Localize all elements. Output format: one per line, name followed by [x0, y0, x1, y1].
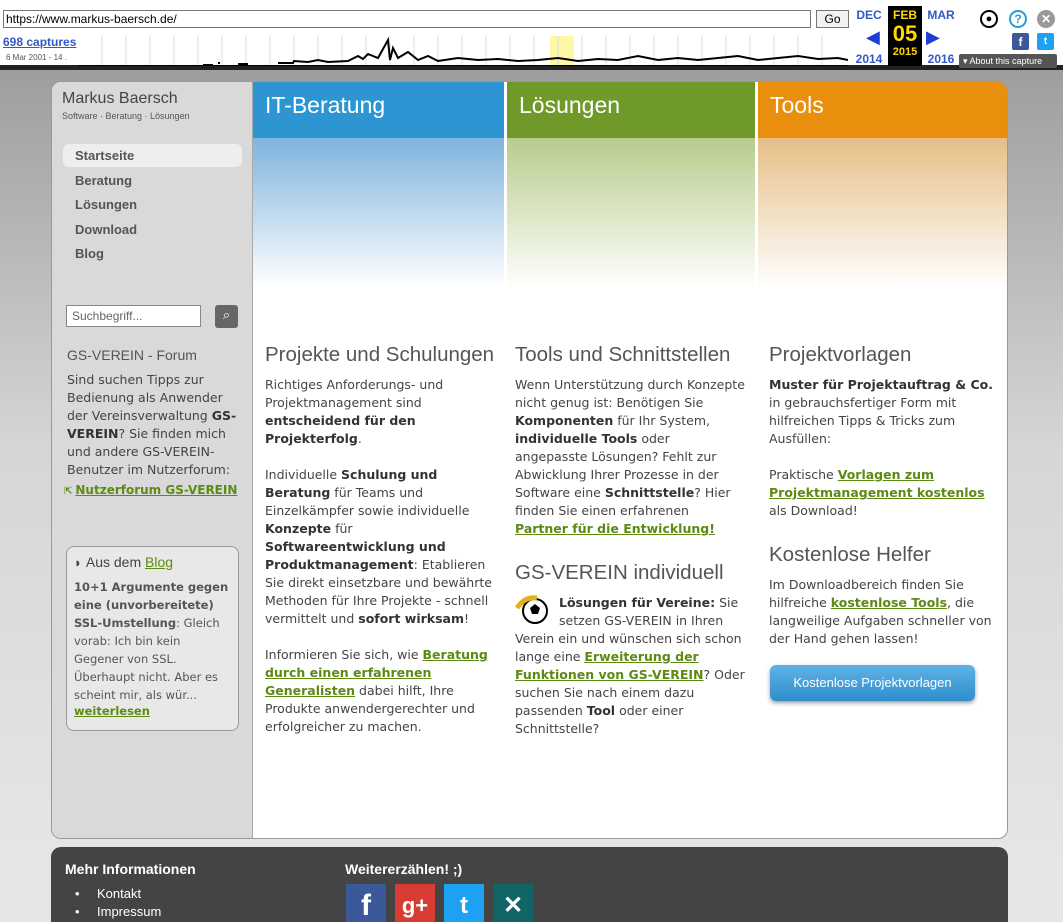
- column-title: Tools und Schnittstellen: [515, 343, 731, 366]
- facebook-icon[interactable]: f: [346, 884, 386, 922]
- site-brand[interactable]: Markus Baersch: [62, 90, 178, 108]
- paragraph: Muster für Projektauftrag & Co. in gebra…: [769, 377, 993, 446]
- footer-link-impressum[interactable]: Impressum: [75, 903, 161, 921]
- blog-heading: ◗ Aus dem Blog: [74, 554, 174, 570]
- partner-link[interactable]: Partner für die Entwicklung!: [515, 521, 715, 536]
- current-capture-date: FEB 05 2015: [888, 6, 922, 66]
- forum-text: Sind suchen Tipps zur Bedienung als Anwe…: [67, 372, 237, 477]
- next-arrow-icon[interactable]: ▶: [926, 27, 940, 48]
- prev-month-label[interactable]: DEC: [852, 8, 886, 22]
- blog-heading-link[interactable]: Blog: [145, 554, 173, 570]
- about-capture-button[interactable]: ▾ About this capture: [959, 54, 1057, 68]
- external-link-icon: ⇱: [64, 486, 73, 497]
- current-month: FEB: [893, 8, 917, 22]
- nav-item-loesungen[interactable]: Lösungen: [63, 193, 242, 216]
- nav-item-download[interactable]: Download: [63, 218, 242, 241]
- google-plus-icon[interactable]: g+: [395, 884, 435, 922]
- loesungen-banner: [505, 138, 755, 288]
- column-subtitle: GS-VEREIN individuell: [515, 561, 724, 584]
- paragraph: Lösungen für Vereine: Sie setzen GS-VERE…: [514, 594, 745, 736]
- search-icon: ⌕: [222, 308, 231, 323]
- search-button[interactable]: ⌕: [215, 305, 238, 328]
- capture-date-range: 6 Mar 2001 - 14 .: [6, 53, 67, 62]
- facebook-share-icon[interactable]: f: [1012, 33, 1029, 50]
- paragraph: Richtiges Anforderungs- und Projektmanag…: [265, 377, 444, 446]
- paragraph: Praktische Vorlagen zum Projektmanagemen…: [769, 467, 985, 518]
- twitter-icon[interactable]: t: [444, 884, 484, 922]
- column-title: Projekte und Schulungen: [265, 343, 495, 366]
- nav-item-startseite[interactable]: Startseite: [63, 144, 242, 167]
- twitter-share-icon[interactable]: t: [1037, 33, 1054, 50]
- about-capture-label: About this capture: [969, 56, 1043, 66]
- help-icon[interactable]: ?: [1009, 10, 1027, 28]
- prev-arrow-icon[interactable]: ◀: [866, 27, 880, 48]
- site-tagline: Software · Beratung · Lösungen: [62, 111, 190, 121]
- paragraph: Wenn Unterstützung durch Konzepte nicht …: [515, 377, 745, 536]
- footer-more-heading: Mehr Informationen: [65, 861, 196, 877]
- current-day: 05: [892, 21, 918, 46]
- search-input[interactable]: Suchbegriff...: [66, 305, 201, 327]
- blog-box: ◗ Aus dem Blog 10+1 Argumente gegen eine …: [66, 546, 239, 731]
- footer-share-heading: Weitererzählen! ;): [345, 861, 463, 877]
- tab-loesungen[interactable]: Lösungen: [505, 82, 755, 138]
- captures-link[interactable]: 698 captures: [3, 35, 76, 49]
- paragraph: Im Downloadbereich finden Sie hilfreiche…: [769, 577, 992, 646]
- close-icon[interactable]: ✕: [1037, 10, 1055, 28]
- blog-read-more-link[interactable]: weiterlesen: [74, 704, 231, 718]
- rss-icon: ◗: [74, 555, 82, 570]
- tab-tools[interactable]: Tools: [756, 82, 1007, 138]
- next-month-label[interactable]: MAR: [924, 8, 958, 22]
- column-subtitle: Kostenlose Helfer: [769, 543, 931, 566]
- wayback-toolbar: https://www.markus-baersch.de/ Go 698 ca…: [0, 0, 1063, 70]
- kostenlose-projektvorlagen-button[interactable]: Kostenlose Projektvorlagen: [770, 665, 975, 701]
- column-tools: Projektvorlagen Muster für Projektauftra…: [769, 342, 994, 648]
- prev-year-label[interactable]: 2014: [852, 52, 886, 66]
- column-title: Projektvorlagen: [769, 343, 912, 366]
- tools-banner: [756, 138, 1007, 288]
- next-year-label[interactable]: 2016: [924, 52, 958, 66]
- footer: Mehr Informationen Kontakt Impressum Wei…: [51, 847, 1008, 922]
- url-input[interactable]: https://www.markus-baersch.de/: [3, 10, 811, 28]
- tab-it-beratung[interactable]: IT-Beratung: [253, 82, 504, 138]
- footer-link-kontakt[interactable]: Kontakt: [75, 885, 161, 903]
- forum-heading: GS-VEREIN - Forum: [67, 347, 197, 363]
- go-button[interactable]: Go: [816, 10, 849, 28]
- nav-item-beratung[interactable]: Beratung: [63, 169, 242, 192]
- it-beratung-banner: [253, 138, 504, 288]
- footer-links: Kontakt Impressum: [75, 885, 161, 921]
- main-container: Markus Baersch Software · Beratung · Lös…: [51, 81, 1008, 839]
- user-icon[interactable]: ●: [980, 10, 998, 28]
- column-loesungen: Tools und Schnittstellen Wenn Unterstütz…: [514, 342, 745, 738]
- main-nav: Startseite Beratung Lösungen Download Bl…: [63, 144, 242, 267]
- soccer-ball-icon: [514, 594, 559, 628]
- column-it-beratung: Projekte und Schulungen Richtiges Anford…: [265, 342, 495, 736]
- paragraph: Informieren Sie sich, wie Beratung durch…: [265, 647, 488, 734]
- capture-sparkline[interactable]: [78, 36, 848, 66]
- kostenlose-tools-link[interactable]: kostenlose Tools: [831, 595, 947, 610]
- nav-item-blog[interactable]: Blog: [63, 242, 242, 265]
- current-year: 2015: [892, 46, 918, 58]
- sidebar: Markus Baersch Software · Beratung · Lös…: [52, 82, 253, 838]
- forum-link[interactable]: ⇱ Nutzerforum GS-VEREIN: [64, 483, 237, 497]
- xing-icon[interactable]: ✕: [493, 884, 533, 922]
- blog-excerpt: 10+1 Argumente gegen eine (unvorbereitet…: [74, 580, 229, 702]
- paragraph: Individuelle Schulung und Beratung für T…: [265, 467, 492, 626]
